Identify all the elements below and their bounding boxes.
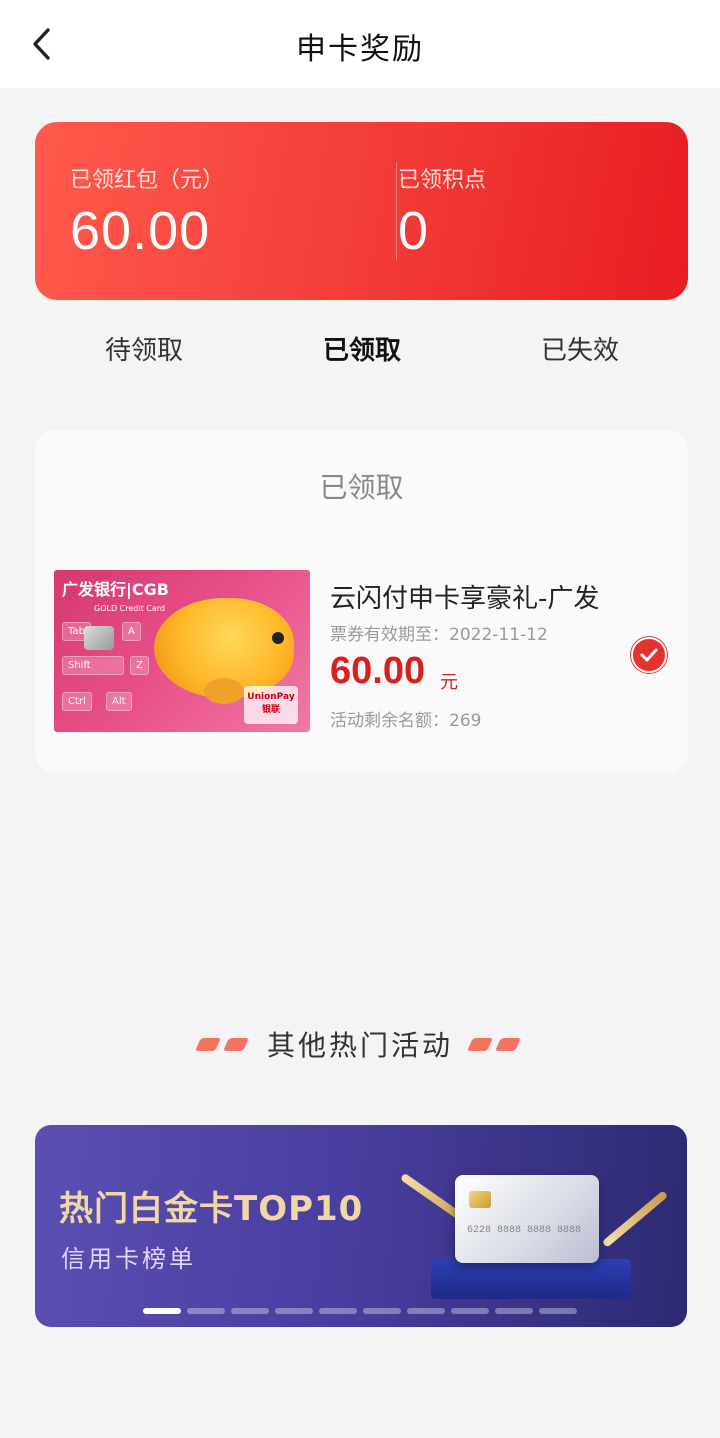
item-remaining: 活动剩余名额：269 — [330, 711, 482, 731]
points-summary: 已领积点 0 — [398, 162, 486, 262]
ribbon-right — [601, 1190, 669, 1248]
tab-expired[interactable]: 已失效 — [490, 330, 670, 367]
item-unit: 元 — [440, 672, 458, 693]
summary-divider — [396, 162, 397, 260]
section-title: 其他热门活动 — [266, 1029, 453, 1062]
card-name: GOLD Credit Card — [94, 604, 165, 613]
card-number: 6228 8888 8888 8888 — [467, 1225, 582, 1236]
carousel-dot[interactable] — [407, 1308, 445, 1314]
bank-logo: 广发银行|CGB — [62, 580, 169, 599]
points-label: 已领积点 — [398, 168, 487, 193]
promo-banner[interactable]: 热门白金卡TOP10 信用卡榜单 6228 8888 8888 8888 — [35, 1125, 687, 1327]
carousel-dot[interactable] — [451, 1308, 489, 1314]
credit-card-image[interactable]: 广发银行|CGB GOLD Credit Card Tab A Shift Z … — [54, 570, 310, 732]
platinum-card-image: 6228 8888 8888 8888 — [455, 1175, 599, 1263]
left-decoration — [194, 1036, 254, 1055]
carousel-dot[interactable] — [539, 1308, 577, 1314]
carousel-dot[interactable] — [187, 1308, 225, 1314]
item-validity: 票券有效期至：2022-11-12 — [330, 625, 548, 645]
card-chip — [84, 626, 114, 650]
key-z: Z — [130, 656, 149, 675]
carousel-dot[interactable] — [143, 1308, 181, 1314]
key-shift: Shift — [62, 656, 124, 675]
carousel-indicator — [143, 1308, 577, 1314]
unionpay-badge: UnionPay 银联 — [244, 686, 298, 724]
reward-summary-card: 已领红包（元） 60.00 已领积点 0 — [35, 122, 688, 300]
redpacket-summary: 已领红包（元） 60.00 — [70, 162, 224, 262]
key-ctrl: Ctrl — [62, 692, 92, 711]
reward-tabs: 待领取 已领取 已失效 — [0, 322, 720, 372]
claimed-list-card: 已领取 广发银行|CGB GOLD Credit Card Tab A Shif… — [35, 430, 688, 773]
section-header: 其他热门活动 — [0, 1018, 720, 1068]
carousel-dot[interactable] — [275, 1308, 313, 1314]
item-title[interactable]: 云闪付申卡享豪礼-广发 — [330, 578, 599, 615]
carousel-dot[interactable] — [319, 1308, 357, 1314]
fish-fin — [204, 678, 244, 704]
carousel-dot[interactable] — [495, 1308, 533, 1314]
points-value: 0 — [398, 201, 430, 261]
card-chip — [469, 1191, 491, 1208]
list-title: 已领取 — [319, 471, 404, 504]
banner-subtitle: 信用卡榜单 — [61, 1245, 196, 1273]
banner-title: 热门白金卡TOP10 — [59, 1189, 364, 1229]
key-a: A — [122, 622, 141, 641]
carousel-dot[interactable] — [231, 1308, 269, 1314]
carousel-dot[interactable] — [363, 1308, 401, 1314]
card-pedestal — [431, 1259, 631, 1299]
key-alt: Alt — [106, 692, 132, 711]
right-decoration — [466, 1036, 526, 1055]
tab-claimed[interactable]: 已领取 — [272, 330, 452, 367]
redpacket-value: 60.00 — [70, 201, 211, 261]
redpacket-label: 已领红包（元） — [70, 168, 225, 193]
fish-eye — [272, 632, 284, 644]
tab-pending[interactable]: 待领取 — [54, 330, 234, 367]
check-circle-icon — [631, 637, 667, 673]
top-bar: 申卡奖励 — [0, 0, 720, 88]
item-amount: 60.00 — [330, 650, 426, 692]
page-title: 申卡奖励 — [296, 32, 424, 67]
